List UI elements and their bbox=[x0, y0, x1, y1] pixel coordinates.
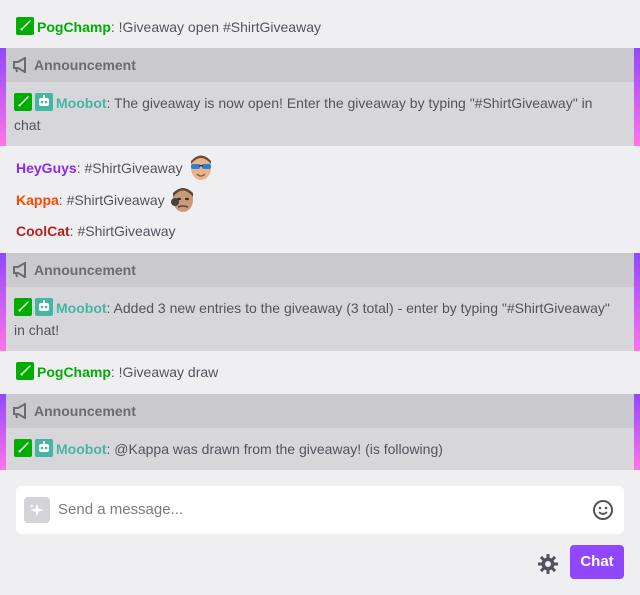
message-text: : #ShirtGiveaway bbox=[76, 160, 183, 177]
username[interactable]: CoolCat bbox=[16, 223, 70, 239]
announcement-title: Announcement bbox=[34, 262, 136, 278]
username[interactable]: Moobot bbox=[56, 95, 107, 111]
announcement-body: Moobot: The giveaway is now open! Enter … bbox=[6, 82, 634, 148]
announcement-title: Announcement bbox=[34, 403, 136, 419]
message-text: : !Giveaway draw bbox=[110, 364, 219, 380]
username[interactable]: PogChamp bbox=[37, 19, 111, 35]
announcement-body: Moobot: @Kappa was drawn from the giveaw… bbox=[6, 428, 634, 472]
emoji-icon[interactable] bbox=[592, 499, 614, 524]
megaphone-icon bbox=[12, 256, 30, 290]
robot-badge-icon[interactable] bbox=[35, 93, 53, 111]
heyguys-emote-icon[interactable] bbox=[187, 152, 215, 187]
chat-message: CoolCat: #ShirtGiveaway bbox=[0, 221, 190, 241]
gear-icon[interactable] bbox=[537, 553, 559, 578]
sparkle-icon[interactable] bbox=[24, 497, 50, 523]
announcement-header: Announcement bbox=[6, 48, 634, 82]
username[interactable]: PogChamp bbox=[37, 364, 111, 380]
announcement-header: Announcement bbox=[6, 394, 634, 428]
announcement-header: Announcement bbox=[6, 253, 634, 287]
announcement: Announcement Moobot: The giveaway is now… bbox=[0, 48, 640, 146]
sword-badge-icon[interactable] bbox=[14, 439, 32, 457]
username[interactable]: Moobot bbox=[56, 441, 107, 457]
message-text: : #ShirtGiveaway bbox=[58, 192, 165, 209]
message-text: : !Giveaway open #ShirtGiveaway bbox=[110, 19, 321, 35]
username[interactable]: Moobot bbox=[56, 300, 107, 316]
announcement: Announcement Moobot: @Kappa was drawn fr… bbox=[0, 394, 640, 470]
announcement: Announcement Moobot: Added 3 new entries… bbox=[0, 253, 640, 351]
username[interactable]: Kappa bbox=[16, 192, 59, 208]
megaphone-icon bbox=[12, 51, 30, 85]
chat-message: PogChamp: !Giveaway open #ShirtGiveaway bbox=[0, 17, 335, 37]
sword-badge-icon[interactable] bbox=[14, 93, 32, 111]
chat-message: HeyGuys: #ShirtGiveaway bbox=[0, 152, 229, 187]
username[interactable]: HeyGuys bbox=[16, 160, 77, 176]
message-text: : #ShirtGiveaway bbox=[69, 223, 176, 239]
chat-input-box[interactable]: Send a message... bbox=[16, 486, 624, 534]
announcement-title: Announcement bbox=[34, 57, 136, 73]
chat-message: Kappa: #ShirtGiveaway bbox=[0, 184, 211, 219]
announcement-body: Moobot: Added 3 new entries to the givea… bbox=[6, 287, 634, 353]
robot-badge-icon[interactable] bbox=[35, 298, 53, 316]
chat-message: PogChamp: !Giveaway draw bbox=[0, 362, 232, 382]
kappa-emote-icon[interactable] bbox=[169, 184, 197, 219]
megaphone-icon bbox=[12, 397, 30, 431]
chat-send-button[interactable]: Chat bbox=[570, 545, 624, 579]
sword-badge-icon[interactable] bbox=[14, 298, 32, 316]
sword-badge-icon[interactable] bbox=[16, 17, 34, 35]
robot-badge-icon[interactable] bbox=[35, 439, 53, 457]
message-text: : @Kappa was drawn from the giveaway! (i… bbox=[106, 441, 443, 457]
sword-badge-icon[interactable] bbox=[16, 362, 34, 380]
chat-input-placeholder[interactable]: Send a message... bbox=[58, 486, 183, 534]
